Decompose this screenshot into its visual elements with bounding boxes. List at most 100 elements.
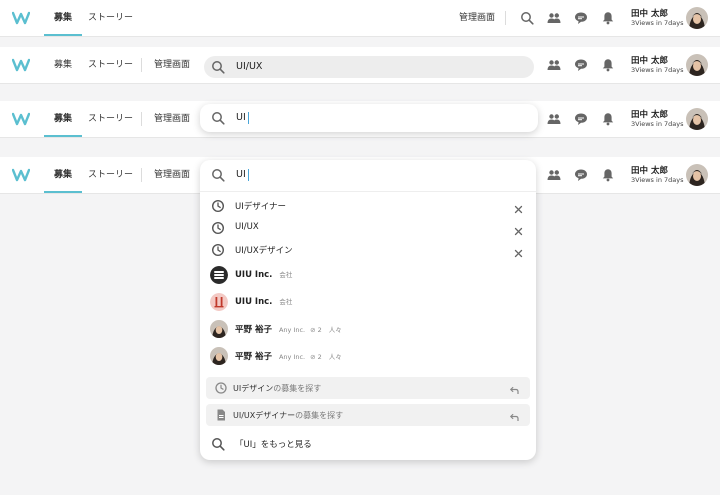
wantedly-logo[interactable] — [11, 167, 31, 183]
avatar[interactable] — [686, 7, 708, 29]
history-item[interactable]: UI/UXデザイン — [200, 239, 536, 261]
history-item[interactable]: UIデザイナー — [200, 195, 536, 217]
bell-icon[interactable] — [601, 168, 615, 182]
close-icon[interactable] — [513, 222, 524, 236]
user-views: 3Views in 7days — [631, 19, 684, 27]
company-logo — [210, 266, 228, 284]
text-caret — [248, 112, 249, 124]
mutual-count: 2 — [317, 353, 322, 361]
avatar[interactable] — [686, 54, 708, 76]
nav-recruit[interactable]: 募集 — [54, 47, 72, 83]
clock-icon — [214, 381, 228, 395]
avatar[interactable] — [686, 108, 708, 130]
chat-icon[interactable] — [574, 168, 588, 182]
return-icon — [508, 409, 520, 421]
bell-icon[interactable] — [601, 58, 615, 72]
nav-stories[interactable]: ストーリー — [88, 101, 133, 137]
person-avatar — [210, 347, 228, 365]
nav-recruit[interactable]: 募集 — [43, 0, 83, 36]
company-name: UIU Inc. 会社 — [235, 269, 292, 280]
nav-admin[interactable]: 管理画面 — [154, 47, 190, 83]
person-name: 平野 裕子 Any Inc. ⊘ 2 人々 — [235, 350, 342, 362]
user-name[interactable]: 田中 太郎 — [631, 164, 668, 176]
clock-icon — [211, 199, 225, 213]
user-name[interactable]: 田中 太郎 — [631, 54, 668, 66]
company-name: UIU Inc. 会社 — [235, 296, 292, 307]
person-result[interactable]: 平野 裕子 Any Inc. ⊘ 2 人々 — [200, 345, 536, 367]
person-result[interactable]: 平野 裕子 Any Inc. ⊘ 2 人々 — [200, 318, 536, 340]
suggestion-keyword: UIデザイン — [233, 384, 274, 393]
close-icon[interactable] — [513, 244, 524, 258]
chat-icon[interactable] — [574, 11, 588, 25]
close-icon[interactable] — [513, 200, 524, 214]
divider — [141, 58, 142, 72]
suggestion-item[interactable]: UIデザインの募集を探す — [206, 377, 530, 399]
search-value[interactable]: UI — [236, 112, 246, 123]
link-icon: ⊘ — [310, 353, 316, 361]
wantedly-logo[interactable] — [11, 10, 31, 26]
see-more-label: 「UI」をもっと見る — [235, 440, 312, 450]
search-icon — [211, 111, 225, 125]
people-icon[interactable] — [547, 58, 561, 72]
history-label: UIデザイナー — [235, 202, 287, 212]
search-value[interactable]: UI/UX — [236, 61, 262, 72]
return-icon — [508, 382, 520, 394]
nav-stories[interactable]: ストーリー — [88, 157, 133, 193]
nav-recruit[interactable]: 募集 — [43, 101, 83, 137]
search-icon — [211, 60, 225, 74]
person-company: Any Inc. — [278, 353, 306, 361]
search-icon[interactable] — [520, 11, 534, 25]
suggestion-keyword: UI/UXデザイナー — [233, 411, 296, 420]
clock-icon — [211, 243, 225, 257]
mutual-count: 2 — [317, 326, 322, 334]
person-name: 平野 裕子 Any Inc. ⊘ 2 人々 — [235, 323, 342, 335]
company-name-text: UIU Inc. — [235, 270, 273, 280]
wantedly-logo[interactable] — [11, 57, 31, 73]
nav-admin[interactable]: 管理画面 — [459, 0, 495, 36]
header-bar-search-pill: 募集 ストーリー 管理画面 UI/UX 田中 太郎 3Views in 7day… — [0, 47, 720, 84]
company-logo — [210, 293, 228, 311]
people-icon[interactable] — [547, 168, 561, 182]
history-label: UI/UXデザイン — [235, 246, 293, 256]
divider — [141, 168, 142, 182]
avatar[interactable] — [686, 164, 708, 186]
bell-icon[interactable] — [601, 112, 615, 126]
suggestion-item[interactable]: UI/UXデザイナーの募集を探す — [206, 404, 530, 426]
nav-admin[interactable]: 管理画面 — [154, 101, 190, 137]
user-views: 3Views in 7days — [631, 120, 684, 128]
mutual-unit: 人々 — [328, 353, 342, 361]
people-icon[interactable] — [547, 112, 561, 126]
link-icon: ⊘ — [310, 326, 316, 334]
user-name[interactable]: 田中 太郎 — [631, 108, 668, 120]
nav-admin[interactable]: 管理画面 — [154, 157, 190, 193]
user-name[interactable]: 田中 太郎 — [631, 7, 668, 19]
company-result[interactable]: UIU Inc. 会社 — [200, 291, 536, 313]
suggestion-suffix: の募集を探す — [273, 384, 322, 393]
dropdown-divider — [200, 191, 536, 192]
user-views: 3Views in 7days — [631, 176, 684, 184]
wantedly-logo[interactable] — [11, 111, 31, 127]
user-views: 3Views in 7days — [631, 66, 684, 74]
clock-icon — [211, 221, 225, 235]
search-icon — [211, 437, 225, 451]
suggestion-text: UI/UXデザイナーの募集を探す — [233, 410, 343, 421]
search-field-focused[interactable]: UI — [200, 104, 538, 132]
see-more-link[interactable]: 「UI」をもっと見る — [200, 433, 536, 455]
company-type: 会社 — [279, 271, 293, 279]
search-dropdown: UI UIデザイナー UI/UX UI/UXデザイン UIU Inc. 会社 U… — [200, 160, 536, 460]
chat-icon[interactable] — [574, 112, 588, 126]
history-item[interactable]: UI/UX — [200, 217, 536, 239]
nav-recruit[interactable]: 募集 — [43, 157, 83, 193]
text-caret — [248, 169, 249, 181]
people-icon[interactable] — [547, 11, 561, 25]
person-company: Any Inc. — [278, 326, 306, 334]
search-input[interactable]: UI — [236, 169, 246, 180]
bell-icon[interactable] — [601, 11, 615, 25]
search-icon — [211, 168, 225, 182]
chat-icon[interactable] — [574, 58, 588, 72]
search-field[interactable]: UI/UX — [204, 56, 534, 78]
nav-stories[interactable]: ストーリー — [88, 0, 133, 36]
nav-stories[interactable]: ストーリー — [88, 47, 133, 83]
person-avatar — [210, 320, 228, 338]
company-result[interactable]: UIU Inc. 会社 — [200, 264, 536, 286]
